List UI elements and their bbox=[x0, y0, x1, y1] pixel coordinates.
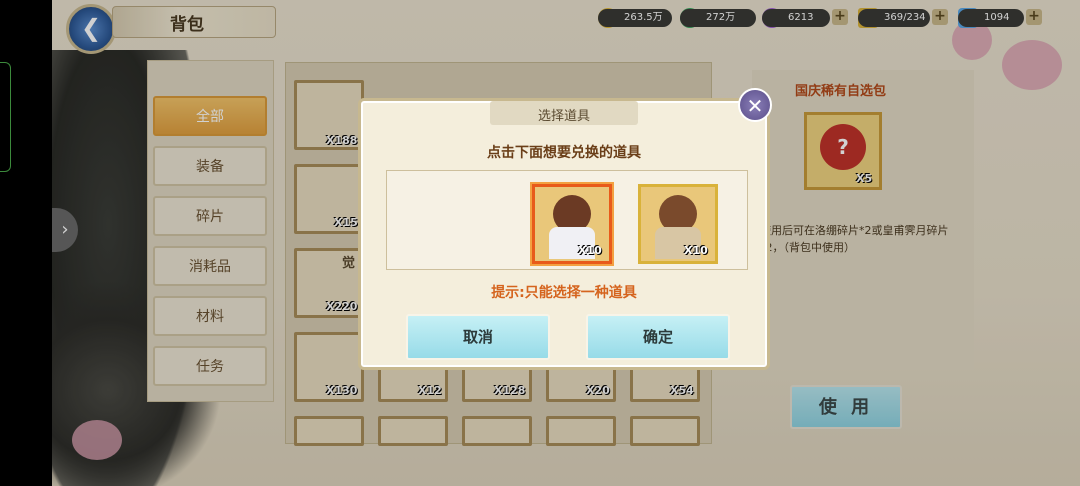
dialog-hint: 提示:只能选择一种道具 bbox=[491, 285, 637, 301]
option-quantity: X10 bbox=[684, 244, 708, 257]
dialog-title: 选择道具 bbox=[537, 109, 590, 124]
confirm-button[interactable]: 确定 bbox=[586, 314, 730, 360]
close-icon[interactable]: ✕ bbox=[738, 88, 772, 122]
option-quantity: X10 bbox=[578, 244, 602, 257]
side-gesture-tab[interactable] bbox=[0, 62, 11, 172]
dialog-prompt: 点击下面想要兑换的道具 bbox=[487, 145, 641, 161]
cancel-button[interactable]: 取消 bbox=[406, 314, 550, 360]
